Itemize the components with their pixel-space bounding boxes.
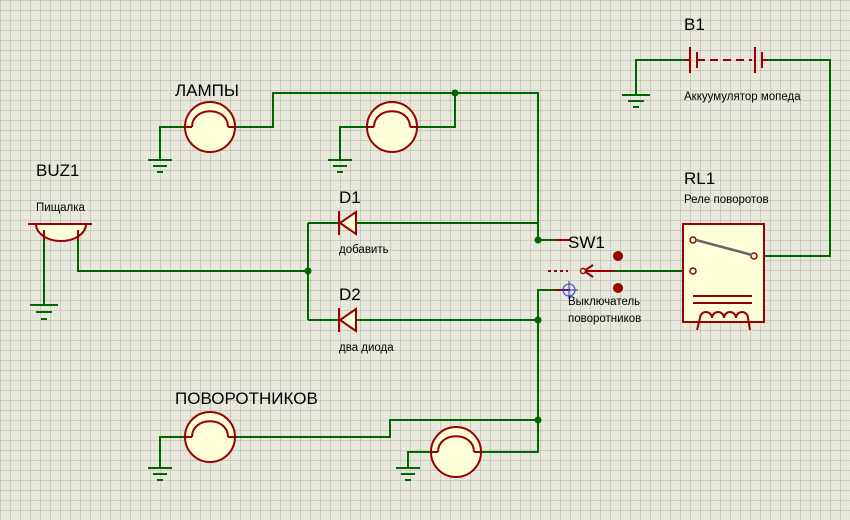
- ground-symbol-buzzer: [30, 304, 58, 320]
- buzzer[interactable]: [28, 223, 92, 242]
- diode-d1[interactable]: [338, 210, 357, 236]
- buzzer-ref-label: BUZ1: [36, 161, 79, 180]
- relay-ref-label: RL1: [684, 169, 715, 188]
- diode-d2[interactable]: [338, 307, 357, 333]
- junction-dot: [451, 89, 459, 97]
- turn-lamp-2[interactable]: [430, 426, 482, 478]
- wire-turn-lamp1[interactable]: [236, 419, 538, 438]
- diode2-ref-label: D2: [339, 285, 361, 304]
- diode1-ref-label: D1: [339, 188, 361, 207]
- wire-battery-to-relay[interactable]: [764, 59, 831, 257]
- switch-pin-dot-bottom: [613, 283, 623, 293]
- wire-turn-lamp2[interactable]: [482, 420, 539, 453]
- labels: ЛАМПЫ ПОВОРОТНИКОВ BUZ1 Пищалка D1 добав…: [36, 15, 801, 408]
- ground-symbol-lamp1: [148, 159, 172, 173]
- ground-symbol-turn-lamp1: [148, 467, 172, 481]
- relay-value-label: Реле поворотов: [684, 194, 769, 206]
- schematic-canvas[interactable]: ЛАМПЫ ПОВОРОТНИКОВ BUZ1 Пищалка D1 добав…: [0, 0, 850, 520]
- battery-b1[interactable]: [685, 47, 768, 73]
- diode1-value-label: добавить: [339, 244, 389, 256]
- turn-lamps-group-label: ПОВОРОТНИКОВ: [175, 389, 318, 408]
- switch-ref-label: SW1: [568, 233, 605, 252]
- junction-dot: [304, 267, 312, 275]
- wire-lamp2-to-top-bus[interactable]: [419, 93, 456, 128]
- diode2-value-label: два диода: [339, 342, 394, 354]
- lamp-2[interactable]: [366, 101, 419, 153]
- wire-buzzer-to-diodes[interactable]: [77, 238, 308, 272]
- switch-value-line2: поворотников: [568, 313, 641, 325]
- junction-dot: [534, 236, 542, 244]
- ground-symbol-lamp2: [328, 159, 352, 173]
- wire-turn-lamp2-ground[interactable]: [407, 451, 430, 468]
- ground-symbol-turn-lamp2: [396, 467, 420, 481]
- lamp-1[interactable]: [184, 101, 236, 153]
- battery-value-label: Аккуумулятор мопеда: [684, 91, 801, 103]
- junction-dot: [534, 416, 542, 424]
- battery-ref-label: B1: [684, 15, 705, 34]
- junction-dot: [534, 316, 542, 324]
- turn-lamp-1[interactable]: [184, 411, 236, 463]
- wire-turn-lamp1-ground[interactable]: [159, 436, 184, 468]
- switch-pin-dot-top: [613, 251, 623, 261]
- wire-lamp2-ground[interactable]: [339, 126, 366, 160]
- buzzer-value-label: Пищалка: [36, 202, 86, 214]
- switch-value-line1: Выключатель: [568, 296, 640, 308]
- wire-battery-ground[interactable]: [635, 59, 685, 95]
- ground-symbol-battery: [622, 94, 650, 108]
- wire-sw1-bottom-to-turn-bus[interactable]: [537, 289, 555, 420]
- relay-rl1[interactable]: [682, 223, 765, 331]
- wire-lamp1-ground[interactable]: [159, 126, 184, 160]
- lamps-group-label: ЛАМПЫ: [175, 81, 239, 100]
